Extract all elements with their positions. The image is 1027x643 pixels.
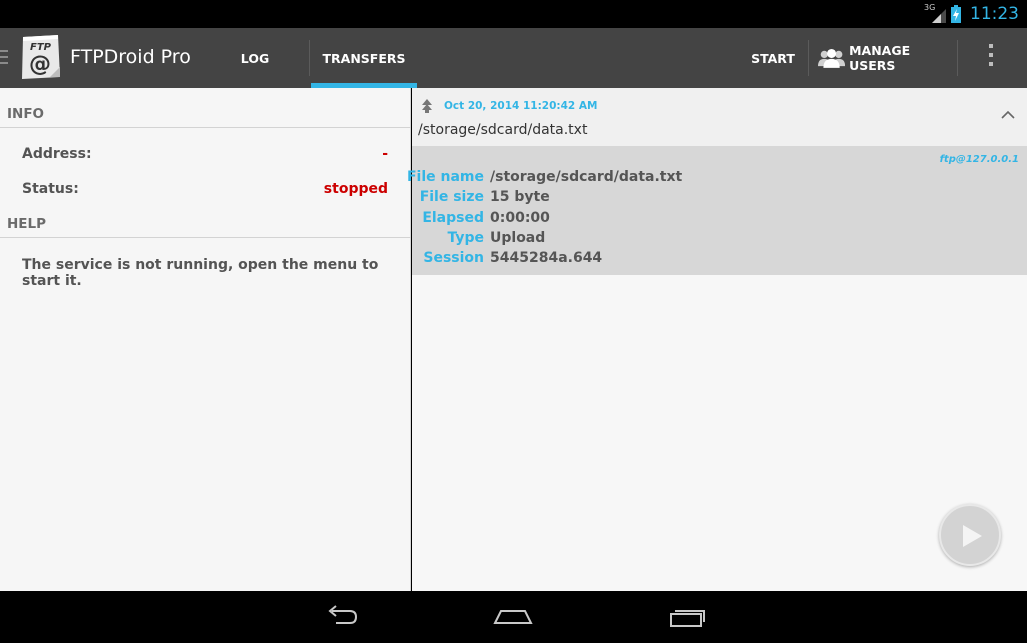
detail-value: Upload bbox=[490, 230, 546, 246]
detail-row: File size 15 byte bbox=[412, 189, 812, 209]
recent-apps-icon[interactable] bbox=[662, 603, 712, 631]
status-bar: 3G 11:23 bbox=[0, 0, 1027, 28]
detail-value: 0:00:00 bbox=[490, 210, 550, 226]
detail-key: Type bbox=[447, 230, 484, 246]
drawer-indicator-icon[interactable] bbox=[0, 50, 8, 68]
detail-row: Session 5445284a.644 bbox=[412, 250, 812, 270]
start-button[interactable]: START bbox=[745, 28, 801, 88]
transfers-panel: Oct 20, 2014 11:20:42 AM /storage/sdcard… bbox=[407, 88, 1027, 591]
upload-arrow-icon bbox=[422, 99, 432, 113]
chevron-up-icon[interactable] bbox=[1001, 110, 1015, 119]
detail-value: /storage/sdcard/data.txt bbox=[490, 169, 683, 185]
detail-row: Elapsed 0:00:00 bbox=[412, 210, 812, 230]
tab-log[interactable]: LOG bbox=[215, 28, 295, 88]
start-label: START bbox=[751, 50, 795, 66]
tab-transfers-label: TRANSFERS bbox=[322, 50, 406, 66]
transfer-details: ftp@127.0.0.1 File name /storage/sdcard/… bbox=[407, 146, 1027, 275]
tab-transfers[interactable]: TRANSFERS bbox=[311, 28, 417, 88]
app-title: FTPDroid Pro bbox=[70, 46, 191, 68]
signal-icon: 3G bbox=[924, 3, 946, 23]
logo-symbol: @ bbox=[29, 52, 51, 77]
battery-icon bbox=[951, 5, 961, 23]
info-header: INFO bbox=[7, 106, 45, 122]
detail-key: Session bbox=[423, 250, 484, 266]
transfer-date: Oct 20, 2014 11:20:42 AM bbox=[444, 100, 598, 112]
help-section-header: HELP bbox=[0, 208, 411, 238]
start-service-button[interactable] bbox=[939, 504, 1001, 566]
detail-row: Type Upload bbox=[412, 230, 812, 250]
transfer-session-tag: ftp@127.0.0.1 bbox=[939, 154, 1019, 165]
overflow-menu-icon[interactable] bbox=[978, 44, 1004, 72]
home-icon[interactable] bbox=[488, 603, 538, 631]
tab-divider bbox=[309, 40, 310, 76]
detail-value: 15 byte bbox=[490, 189, 550, 205]
detail-key: File name bbox=[406, 169, 484, 185]
clock: 11:23 bbox=[970, 4, 1019, 24]
status-value: stopped bbox=[323, 181, 388, 197]
tab-log-label: LOG bbox=[240, 50, 270, 66]
detail-key: Elapsed bbox=[422, 210, 484, 226]
manage-users-label: MANAGE USERS bbox=[849, 43, 911, 73]
status-icons: 3G 11:23 bbox=[924, 3, 1019, 24]
info-section-header: INFO bbox=[0, 88, 411, 128]
detail-row: File name /storage/sdcard/data.txt bbox=[407, 169, 812, 189]
status-label: Status: bbox=[22, 181, 79, 197]
back-icon[interactable] bbox=[316, 603, 366, 631]
action-divider bbox=[957, 40, 958, 76]
status-panel: INFO Address: - Status: stopped HELP The… bbox=[0, 88, 411, 591]
action-divider bbox=[808, 40, 809, 76]
detail-key: File size bbox=[419, 189, 484, 205]
navigation-bar bbox=[0, 591, 1027, 643]
transfer-path: /storage/sdcard/data.txt bbox=[418, 122, 588, 138]
help-text: The service is not running, open the men… bbox=[22, 257, 379, 289]
help-header: HELP bbox=[7, 216, 47, 232]
transfer-item-header[interactable]: Oct 20, 2014 11:20:42 AM /storage/sdcard… bbox=[412, 88, 1027, 146]
play-icon bbox=[963, 525, 982, 547]
address-label: Address: bbox=[22, 146, 92, 162]
users-icon bbox=[818, 48, 846, 68]
app-logo[interactable]: FTP @ bbox=[20, 33, 62, 81]
manage-users-button[interactable]: MANAGE USERS bbox=[818, 28, 950, 88]
detail-value: 5445284a.644 bbox=[490, 250, 603, 266]
action-bar: FTP @ FTPDroid Pro LOG TRANSFERS START M… bbox=[0, 28, 1027, 88]
address-value: - bbox=[382, 146, 388, 162]
